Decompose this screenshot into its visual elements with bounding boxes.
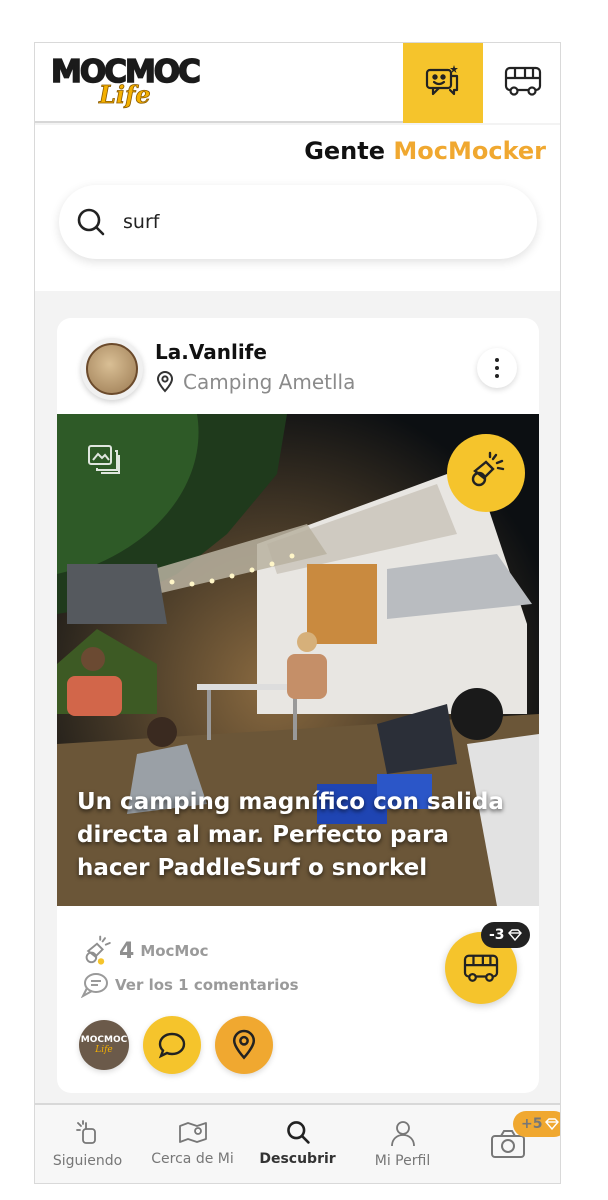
chat-face-icon (424, 62, 462, 104)
more-dot-icon (495, 358, 499, 362)
post-actions: MOCMOC Life (79, 1016, 273, 1074)
comments-label: Ver los 1 comentarios (115, 976, 299, 994)
camper-van-icon (503, 64, 543, 102)
chat-button[interactable] (403, 43, 483, 123)
search-icon (59, 207, 123, 237)
post-options-button[interactable] (477, 348, 517, 388)
comment-button[interactable] (143, 1016, 201, 1074)
search-input[interactable] (123, 211, 503, 233)
comment-icon (81, 972, 109, 998)
mocmoc-count: 4 (119, 938, 135, 964)
mocmoc-count-row[interactable]: 4 MocMoc (81, 934, 299, 968)
location-button[interactable] (215, 1016, 273, 1074)
location-pin-icon (230, 1029, 258, 1061)
search-icon (285, 1119, 311, 1145)
diamond-icon (507, 929, 522, 941)
nav-label: Descubrir (259, 1151, 336, 1167)
brand-avatar-sub: Life (95, 1045, 113, 1055)
user-avatar[interactable] (81, 338, 143, 400)
post-location-text: Camping Ametlla (183, 370, 356, 394)
mocmoc-button[interactable] (447, 434, 525, 512)
post-stats: 4 MocMoc Ver los 1 comentarios (81, 934, 299, 1002)
van-cost-text: -3 (489, 927, 505, 943)
nav-label: Siguiendo (52, 1153, 123, 1169)
diamond-icon (545, 1118, 560, 1130)
nav-cerca-de-mi[interactable]: Cerca de Mi (140, 1105, 245, 1183)
bottom-nav: Siguiendo Cerca de Mi Descubrir Mi Perfi… (35, 1103, 560, 1183)
knock-icon (81, 935, 113, 967)
knock-icon (466, 451, 506, 495)
speech-bubble-icon (157, 1030, 187, 1060)
nav-mi-perfil[interactable]: Mi Perfil (350, 1105, 455, 1183)
avatar-image (86, 343, 138, 395)
user-icon (389, 1119, 417, 1147)
nav-siguiendo[interactable]: Siguiendo (35, 1105, 140, 1183)
van-cost-badge: -3 (481, 922, 530, 948)
comments-link[interactable]: Ver los 1 comentarios (81, 968, 299, 1002)
nav-label: Cerca de Mi (151, 1151, 234, 1167)
camper-van-icon (462, 952, 500, 984)
post-card: La.Vanlife Camping Ametlla Un camping ma… (57, 318, 539, 1093)
knocking-hand-icon (75, 1119, 101, 1147)
camera-reward-badge: +5 (513, 1111, 560, 1137)
camper-button[interactable] (483, 43, 560, 123)
app-logo[interactable]: MOCMOC Life (50, 54, 226, 113)
discover-top: Gente MocMocker (35, 125, 560, 291)
brand-avatar-text: MOCMOC (80, 1035, 128, 1045)
nav-camera[interactable]: +5 (455, 1105, 560, 1183)
post-user-name[interactable]: La.Vanlife (155, 340, 267, 364)
app-screen: MOCMOC Life Gente MocMocker surf La.Vanl… (34, 42, 561, 1184)
nav-descubrir[interactable]: Descubrir (245, 1105, 350, 1183)
nav-label: Mi Perfil (374, 1153, 431, 1169)
map-icon (178, 1119, 208, 1145)
post-photo[interactable]: Un camping magnífico con salida directa … (57, 414, 539, 906)
search-bar[interactable] (59, 185, 537, 259)
post-location[interactable]: Camping Ametlla (155, 370, 355, 394)
gallery-icon (87, 444, 121, 478)
location-pin-icon (155, 371, 175, 393)
title-part1: Gente (304, 137, 386, 165)
mocmoc-label: MocMoc (140, 942, 209, 960)
more-dot-icon (495, 374, 499, 378)
brand-avatar[interactable]: MOCMOC Life (79, 1020, 129, 1070)
logo-sub-text: Life (99, 80, 151, 109)
title-part2: MocMocker (393, 137, 546, 165)
app-header: MOCMOC Life (35, 43, 560, 123)
post-caption: Un camping magnífico con salida directa … (77, 789, 504, 881)
more-dot-icon (495, 366, 499, 370)
camera-reward-text: +5 (521, 1116, 543, 1132)
page-title: Gente MocMocker (304, 137, 546, 165)
